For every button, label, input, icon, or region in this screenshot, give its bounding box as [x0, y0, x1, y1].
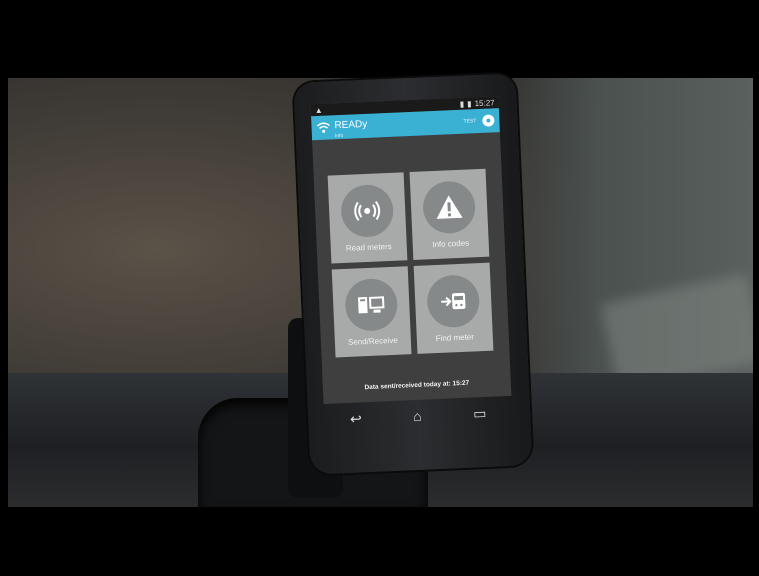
back-icon[interactable]: ↩: [350, 410, 362, 427]
tile-info-codes[interactable]: Info codes: [409, 168, 490, 260]
status-time: 15:27: [474, 97, 495, 108]
tile-label-send-receive: Send/Receive: [347, 335, 398, 347]
data-sync-status: Data sent/received today at: 15:27: [364, 379, 470, 392]
find-meter-icon: [441, 292, 466, 309]
letterbox-top: [0, 0, 759, 78]
android-nav-bar: ↩ ⌂ ▭: [324, 400, 513, 432]
tile-read-meters[interactable]: Read meters: [327, 172, 408, 264]
wifi-icon: [316, 122, 330, 133]
tile-label-read-meters: Read meters: [345, 241, 392, 253]
app-right-label: TEST: [463, 118, 477, 125]
signal-icon: ▮: [459, 99, 465, 109]
smartphone: ▲ ▮ ▮ 15:27 READy Info TEST Read meters …: [293, 73, 533, 475]
tile-label-info-codes: Info codes: [432, 238, 470, 249]
tile-send-receive[interactable]: Send/Receive: [331, 266, 412, 358]
battery-icon: ▮: [466, 98, 472, 108]
home-icon[interactable]: ⌂: [413, 408, 422, 424]
tile-label-find-meter: Find meter: [435, 331, 475, 343]
warning-icon: [436, 194, 463, 219]
phone-screen: ▲ ▮ ▮ 15:27 READy Info TEST Read meters …: [310, 96, 512, 405]
tile-grid: Read meters Info codes Send/Receive Find…: [327, 168, 496, 358]
computer-icon: [357, 295, 385, 313]
letterbox-bottom: [0, 507, 759, 576]
app-title: READy: [334, 118, 368, 132]
wireless-icon: [354, 200, 381, 221]
app-subtitle: Info: [334, 132, 344, 140]
notification-icon: ▲: [314, 105, 323, 115]
settings-gear-icon[interactable]: [482, 114, 495, 127]
tile-find-meter[interactable]: Find meter: [413, 262, 494, 354]
recent-apps-icon[interactable]: ▭: [473, 404, 487, 422]
